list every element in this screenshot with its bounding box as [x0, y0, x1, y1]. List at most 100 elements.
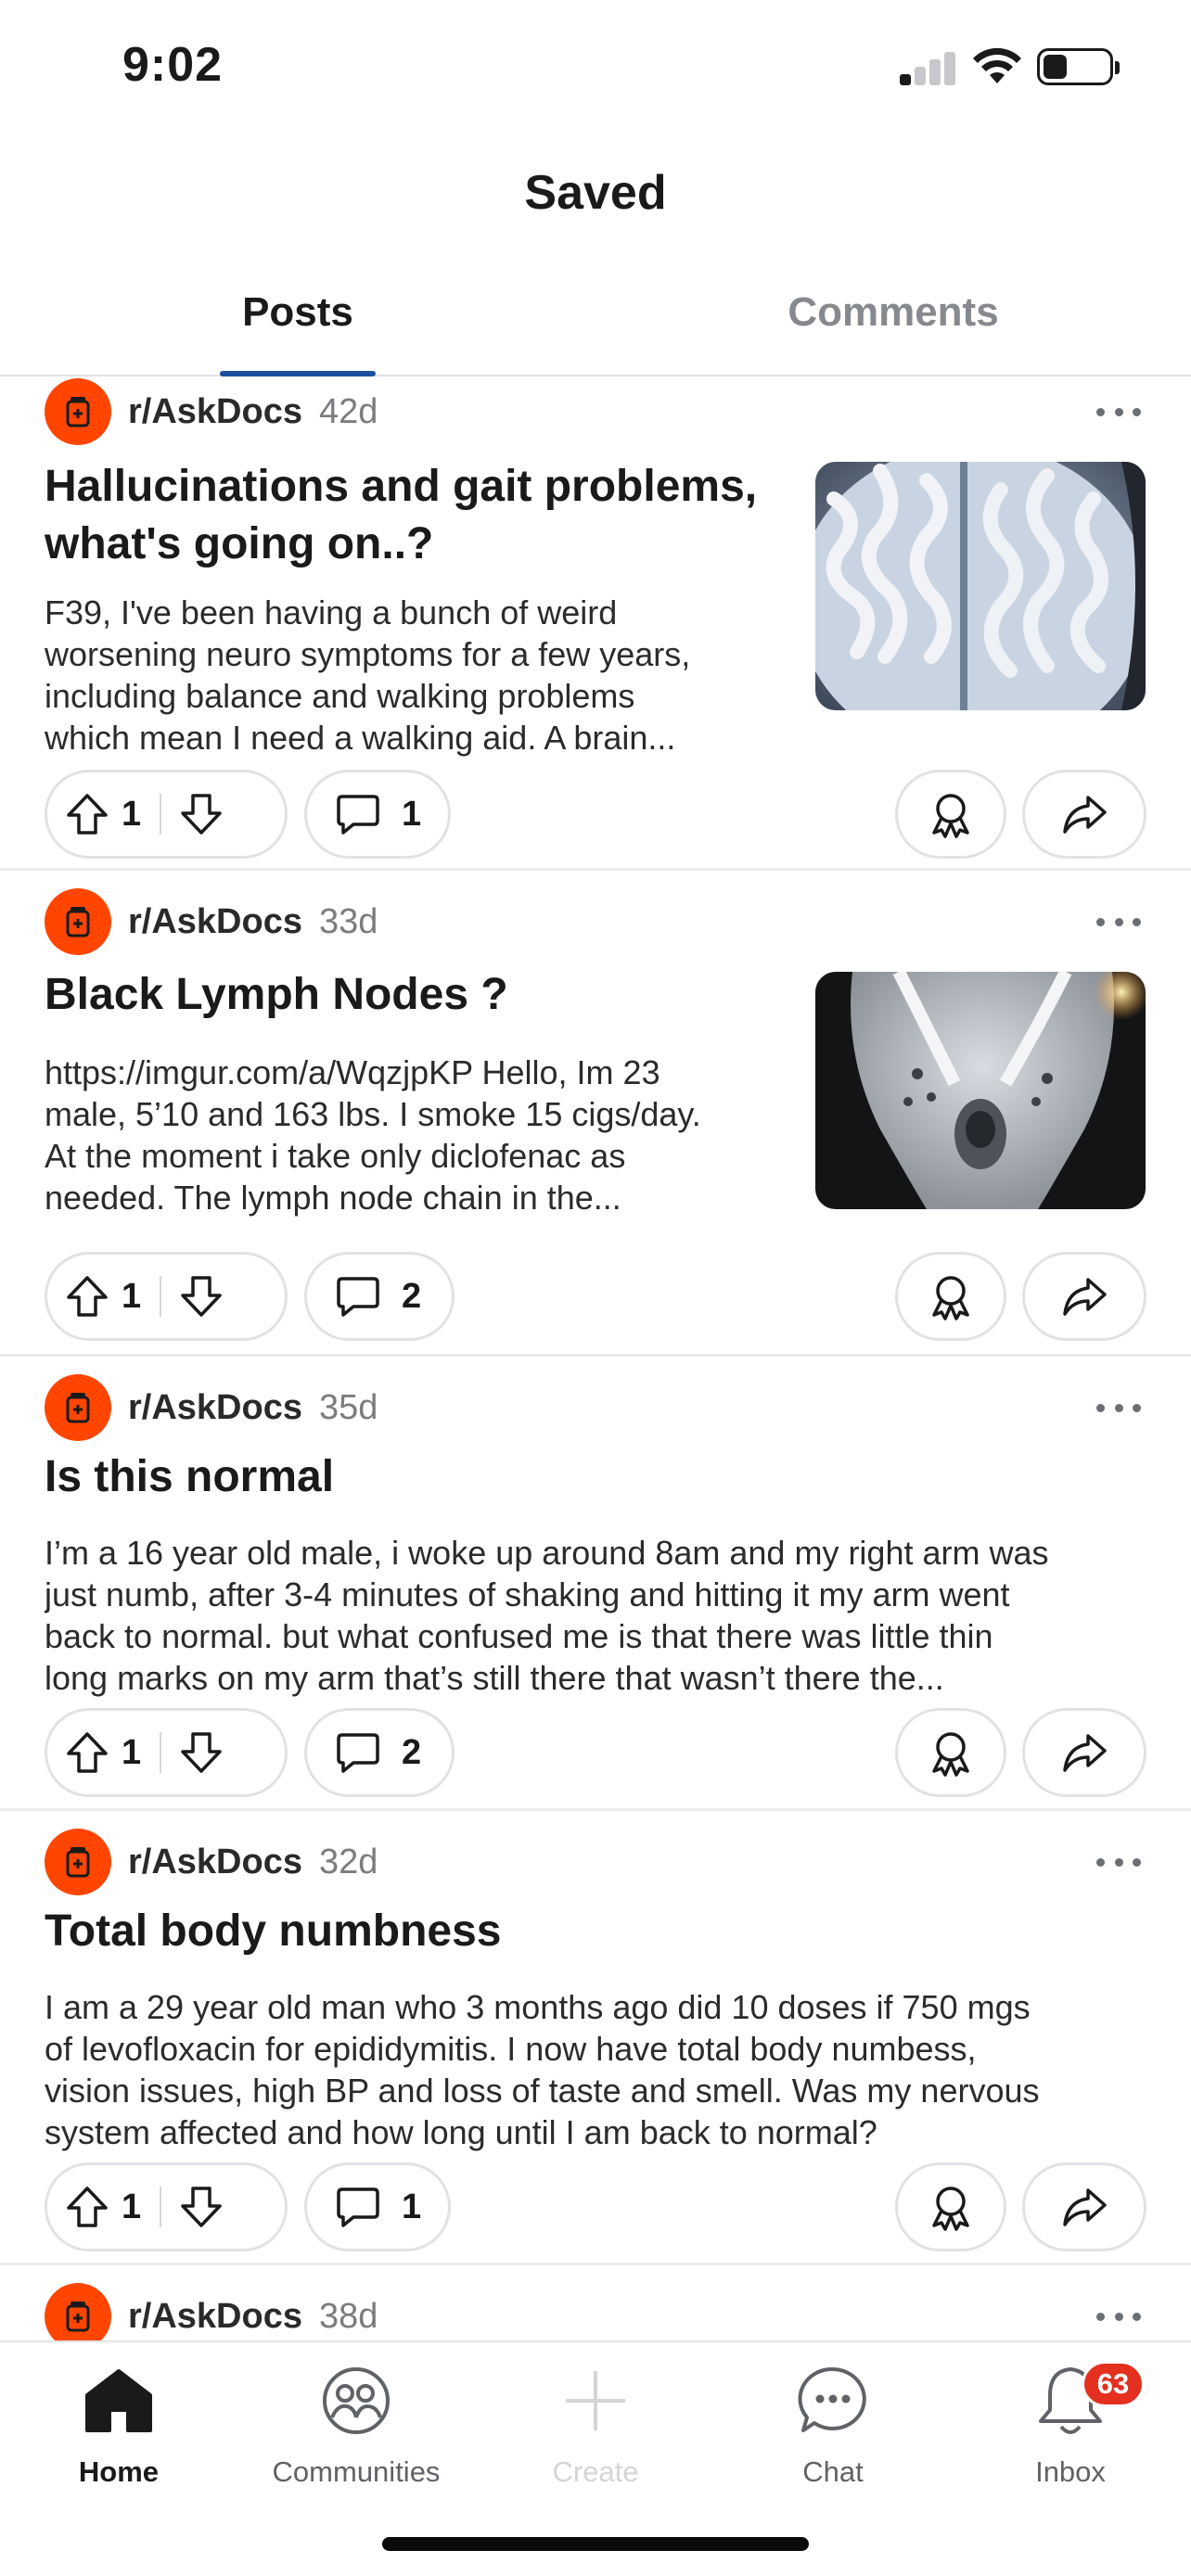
- nav-label: Chat: [802, 2455, 864, 2488]
- more-options-icon[interactable]: [1091, 2298, 1146, 2335]
- subreddit-icon[interactable]: [45, 378, 111, 445]
- status-bar: 9:02: [0, 0, 1191, 130]
- vote-control: 1: [45, 2162, 288, 2251]
- post-age: 32d: [318, 1842, 378, 1881]
- post-age: 35d: [318, 1387, 378, 1427]
- post-age: 42d: [318, 391, 378, 431]
- downvote-icon[interactable]: [178, 791, 224, 837]
- post-card[interactable]: r/AskDocs 33d Black Lymph Nodes ? https:…: [0, 870, 1191, 1357]
- vote-count: 1: [122, 1732, 142, 1772]
- upvote-icon[interactable]: [64, 791, 110, 837]
- vote-control: 1: [45, 770, 288, 859]
- post-thumbnail-brain-mri[interactable]: [815, 462, 1146, 710]
- nav-label: Communities: [272, 2455, 441, 2488]
- subreddit-icon[interactable]: [45, 1374, 111, 1441]
- home-icon: [85, 2369, 152, 2432]
- award-icon: [932, 1732, 969, 1777]
- award-button[interactable]: [895, 1252, 1006, 1341]
- award-icon: [932, 1276, 969, 1320]
- nav-communities[interactable]: Communities: [237, 2361, 475, 2489]
- tab-posts[interactable]: Posts: [0, 289, 596, 336]
- post-card[interactable]: r/AskDocs 42d Hallucinations and gait pr…: [0, 376, 1191, 871]
- comment-count: 2: [402, 1732, 422, 1772]
- post-title[interactable]: Hallucinations and gait problems, what's…: [45, 458, 757, 573]
- share-button[interactable]: [1022, 1708, 1146, 1797]
- vote-count: 1: [122, 794, 142, 834]
- communities-icon: [323, 2367, 390, 2434]
- subreddit-icon[interactable]: [45, 888, 111, 955]
- nav-inbox[interactable]: 63 Inbox: [952, 2361, 1189, 2489]
- comments-button[interactable]: 2: [304, 1708, 455, 1797]
- tab-bar: Posts Comments: [0, 278, 1191, 376]
- post-meta: r/AskDocs 35d: [45, 1374, 378, 1441]
- award-icon: [932, 794, 969, 838]
- post-title[interactable]: Black Lymph Nodes ?: [45, 966, 508, 1024]
- post-age: 38d: [318, 2296, 378, 2336]
- post-title[interactable]: Is this normal: [45, 1448, 334, 1506]
- subreddit-icon[interactable]: [45, 2283, 111, 2340]
- post-age: 33d: [318, 901, 378, 941]
- more-options-icon[interactable]: [1091, 393, 1146, 430]
- post-card[interactable]: r/AskDocs 35d Is this normal I’m a 16 ye…: [0, 1356, 1191, 1811]
- subreddit-name[interactable]: r/AskDocs: [128, 1843, 302, 1882]
- comments-button[interactable]: 1: [304, 2162, 451, 2251]
- post-thumbnail-lymph-scan[interactable]: [815, 972, 1146, 1209]
- share-icon: [1063, 1734, 1107, 1772]
- comment-count: 1: [402, 794, 422, 834]
- inbox-badge: 63: [1082, 2361, 1145, 2407]
- vote-control: 1: [45, 1252, 288, 1341]
- nav-label: Inbox: [1035, 2455, 1106, 2488]
- saved-posts-feed[interactable]: r/AskDocs 42d Hallucinations and gait pr…: [0, 376, 1191, 2340]
- more-options-icon[interactable]: [1091, 1843, 1146, 1881]
- award-button[interactable]: [895, 770, 1006, 859]
- post-body[interactable]: F39, I've been having a bunch of weird w…: [45, 592, 805, 759]
- post-body[interactable]: I am a 29 year old man who 3 months ago …: [45, 1986, 1158, 2153]
- subreddit-name[interactable]: r/AskDocs: [128, 2297, 302, 2337]
- nav-create: Create: [477, 2361, 714, 2489]
- post-card[interactable]: r/AskDocs 32d Total body numbness I am a…: [0, 1810, 1191, 2265]
- share-button[interactable]: [1022, 770, 1146, 859]
- post-body[interactable]: https://imgur.com/a/WqzjpKP Hello, Im 23…: [45, 1052, 814, 1218]
- downvote-icon[interactable]: [178, 1273, 224, 1320]
- nav-home[interactable]: Home: [0, 2361, 237, 2489]
- chat-icon: [798, 2366, 866, 2432]
- award-icon: [932, 2187, 969, 2231]
- share-button[interactable]: [1022, 2162, 1146, 2251]
- downvote-icon[interactable]: [178, 1729, 224, 1776]
- nav-label: Create: [552, 2455, 639, 2488]
- post-body[interactable]: I’m a 16 year old male, i woke up around…: [45, 1532, 1158, 1699]
- subreddit-icon[interactable]: [45, 1829, 111, 1895]
- upvote-icon[interactable]: [64, 1273, 110, 1320]
- subreddit-name[interactable]: r/AskDocs: [128, 1388, 302, 1428]
- comment-icon: [337, 1733, 379, 1773]
- comment-count: 2: [402, 1276, 422, 1316]
- award-button[interactable]: [895, 1708, 1006, 1797]
- comment-count: 1: [402, 2187, 422, 2226]
- status-time: 9:02: [122, 38, 224, 92]
- comments-button[interactable]: 1: [304, 770, 451, 859]
- more-options-icon[interactable]: [1091, 1389, 1146, 1426]
- more-options-icon[interactable]: [1091, 903, 1146, 940]
- upvote-icon[interactable]: [64, 2184, 110, 2230]
- page-title: Saved: [524, 166, 667, 220]
- vote-control: 1: [45, 1708, 288, 1797]
- post-meta: r/AskDocs 38d: [45, 2283, 378, 2340]
- post-title[interactable]: Total body numbness: [45, 1903, 501, 1960]
- cellular-signal-icon: [900, 52, 957, 85]
- battery-icon: [1037, 48, 1120, 85]
- comment-icon: [337, 795, 379, 835]
- award-button[interactable]: [895, 2162, 1006, 2251]
- comments-button[interactable]: 2: [304, 1252, 455, 1341]
- upvote-icon[interactable]: [64, 1729, 110, 1776]
- downvote-icon[interactable]: [178, 2184, 224, 2230]
- vote-count: 1: [122, 2187, 142, 2226]
- post-meta: r/AskDocs 32d: [45, 1829, 378, 1895]
- post-card[interactable]: r/AskDocs 38d: [0, 2264, 1191, 2340]
- post-meta: r/AskDocs 33d: [45, 888, 378, 955]
- tab-comments[interactable]: Comments: [596, 289, 1191, 336]
- share-button[interactable]: [1022, 1252, 1146, 1341]
- subreddit-name[interactable]: r/AskDocs: [128, 902, 302, 942]
- subreddit-name[interactable]: r/AskDocs: [128, 392, 302, 432]
- home-indicator[interactable]: [382, 2537, 809, 2551]
- nav-chat[interactable]: Chat: [714, 2361, 952, 2489]
